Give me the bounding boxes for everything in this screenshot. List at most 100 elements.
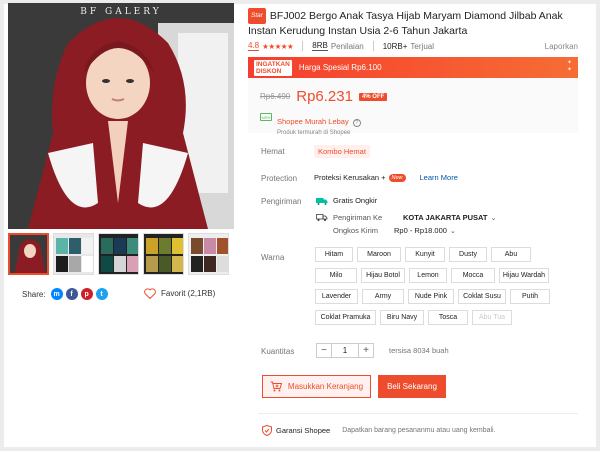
guarantee-title: Garansi Shopee [276, 426, 331, 435]
discount-badge: 4% OFF [358, 92, 388, 101]
star-seller-badge: Star [248, 8, 266, 24]
twitter-icon[interactable]: t [95, 288, 108, 300]
quantity-label: Kuantitas [261, 347, 295, 356]
add-to-cart-button[interactable]: Masukkan Keranjang [262, 375, 371, 398]
variant-option[interactable]: Hijau Botol [361, 268, 405, 283]
product-title-block: Star BFJ002 Bergo Anak Tasya Hijab Maryam… [248, 8, 578, 38]
thumbnail-image [99, 234, 138, 274]
product-photo [8, 3, 234, 229]
flash-sale-banner[interactable]: INGATKAN DISKON Harga Spesial Rp6.100 ✦ ✦ [248, 57, 578, 78]
sold-count: 10RB+ [382, 41, 408, 51]
variant-option[interactable]: Maroon [357, 247, 401, 262]
ship-to-value[interactable]: KOTA JAKARTA PUSAT [403, 213, 487, 222]
decrement-button[interactable]: − [316, 343, 332, 358]
facebook-icon[interactable]: f [65, 288, 78, 300]
variant-option[interactable]: Putih [510, 289, 550, 304]
protection-label: Protection [261, 174, 298, 183]
chevron-down-icon[interactable]: ⌄ [450, 227, 456, 235]
heart-icon [144, 288, 156, 299]
thumbnail-5[interactable] [188, 233, 229, 275]
reminder-badge-line1: INGATKAN [256, 60, 290, 68]
pinterest-icon[interactable]: p [80, 288, 93, 300]
free-shipping-row: Gratis Ongkir [316, 196, 377, 205]
seller-logo-icon: MRH [260, 113, 272, 121]
combo-deal-tag[interactable]: Kombo Hemat [314, 145, 370, 158]
variant-option[interactable]: Coklat Susu [458, 289, 506, 304]
gallery-watermark: BF GALERY [80, 7, 162, 17]
buy-now-button[interactable]: Beli Sekarang [378, 375, 446, 398]
guarantee-row[interactable]: Garansi Shopee Dapatkan barang pesananmu… [262, 425, 496, 436]
current-price: Rp6.231 [296, 88, 353, 105]
cart-plus-icon [270, 381, 282, 392]
quantity-stepper: − 1 + tersisa 8034 buah [316, 343, 449, 358]
shield-icon [262, 425, 272, 436]
seller-name[interactable]: Shopee Murah Lebay [277, 117, 349, 126]
shipping-cost-value[interactable]: Rp0 - Rp18.000 [394, 226, 447, 235]
variant-option[interactable]: Milo [315, 268, 357, 283]
favorite-label: Favorit (2,1RB) [161, 289, 216, 298]
variant-option[interactable]: Abu [491, 247, 531, 262]
thumbnail-strip [8, 233, 234, 275]
variant-option[interactable]: Coklat Pramuka [315, 310, 376, 325]
learn-more-link[interactable]: Learn More [420, 173, 458, 182]
shipping-cost-row: Ongkos Kirim Rp0 - Rp18.000 ⌄ [333, 226, 456, 235]
thumbnail-4[interactable] [143, 233, 184, 275]
variant-option[interactable]: Tosca [428, 310, 468, 325]
variant-option[interactable]: Kunyit [405, 247, 445, 262]
share-label: Share: [22, 289, 46, 299]
variant-option[interactable]: Hijau Wardah [499, 268, 549, 283]
ship-to-row: Pengiriman Ke KOTA JAKARTA PUSAT ⌄ [316, 213, 496, 222]
reminder-badge: INGATKAN DISKON [254, 59, 292, 76]
thumbnail-image [10, 235, 47, 273]
thumbnail-3[interactable] [98, 233, 139, 275]
variant-option[interactable]: Biru Navy [380, 310, 424, 325]
price-line: Rp6.490 Rp6.231 4% OFF [260, 88, 388, 105]
variant-option[interactable]: Mocca [451, 268, 495, 283]
variant-option[interactable]: Army [362, 289, 404, 304]
sold-label: Terjual [410, 41, 434, 51]
price-box: Rp6.490 Rp6.231 4% OFF MRH Shopee Murah … [248, 78, 578, 136]
hemat-label: Hemat [261, 147, 285, 156]
variant-option[interactable]: Lavender [315, 289, 358, 304]
share-row: Share: m f p t [22, 288, 108, 300]
thumbnail-image [54, 234, 93, 274]
ratings-count[interactable]: 8RB [312, 41, 328, 51]
ship-to-label: Pengiriman Ke [333, 213, 383, 222]
rating-value[interactable]: 4.8 [248, 41, 260, 51]
shipping-label: Pengiriman [261, 197, 302, 206]
original-price: Rp6.490 [260, 92, 291, 101]
thumbnail-1[interactable] [8, 233, 49, 275]
rating-row: 4.8 ★★★★★ 8RB Penilaian 10RB+ Terjual La… [248, 41, 578, 51]
guarantee-text: Dapatkan barang pesananmu atau uang kemb… [342, 427, 496, 434]
seller-subtitle: Produk termurah di Shopee [277, 130, 351, 136]
protection-row: Proteksi Kerusakan + New Learn More [314, 173, 458, 182]
shipping-cost-label: Ongkos Kirim [333, 226, 379, 235]
variant-option-disabled: Abu Tua [472, 310, 512, 325]
product-title: BFJ002 Bergo Anak Tasya Hijab Maryam Dia… [248, 10, 563, 37]
stock-text: tersisa 8034 buah [389, 346, 449, 355]
divider [302, 41, 304, 51]
seller-line[interactable]: MRH Shopee Murah Lebay? Produk termurah … [260, 111, 361, 136]
protection-text: Proteksi Kerusakan + [314, 173, 386, 182]
ratings-label: Penilaian [330, 41, 364, 51]
variant-option[interactable]: Lemon [409, 268, 447, 283]
variant-option[interactable]: Dusty [449, 247, 487, 262]
variant-label: Warna [261, 253, 285, 262]
report-link[interactable]: Laporkan [545, 42, 578, 51]
product-main-image[interactable]: BF GALERY [8, 3, 234, 229]
quantity-input[interactable]: 1 [332, 343, 358, 358]
thumbnail-2[interactable] [53, 233, 94, 275]
flash-price-text: Harga Spesial Rp6.100 [298, 63, 382, 72]
divider [258, 413, 578, 414]
variant-option[interactable]: Hitam [315, 247, 353, 262]
thumbnail-image [189, 234, 228, 274]
increment-button[interactable]: + [358, 343, 374, 358]
rating-stars-icon: ★★★★★ [262, 41, 294, 51]
chevron-down-icon[interactable]: ⌄ [490, 214, 496, 222]
help-icon[interactable]: ? [352, 119, 361, 127]
messenger-icon[interactable]: m [50, 288, 63, 300]
favorite-button[interactable]: Favorit (2,1RB) [144, 288, 215, 299]
sparkle-icon: ✦ ✦ [566, 60, 572, 73]
variant-option[interactable]: Nude Pink [408, 289, 454, 304]
add-to-cart-label: Masukkan Keranjang [287, 382, 364, 391]
